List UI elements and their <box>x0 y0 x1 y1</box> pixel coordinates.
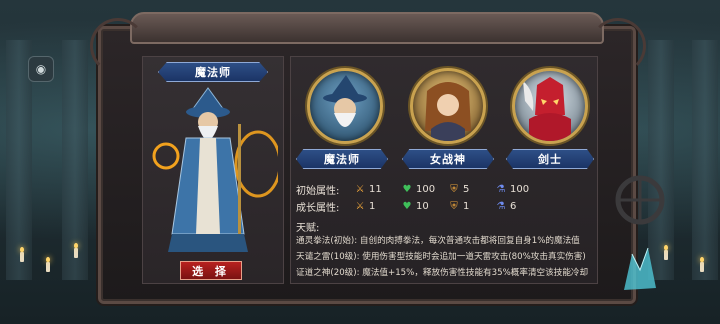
growth-stats-label: 成长属性: <box>296 202 340 214</box>
sword-icon: ⚔ <box>355 200 365 212</box>
growth-defense: 1 <box>463 200 470 212</box>
initial-mana: 100 <box>510 183 530 195</box>
ornament-vine <box>90 18 146 74</box>
hero-portrait-swordsman[interactable] <box>512 68 588 144</box>
swordsman-portrait-art <box>523 77 571 141</box>
ornament-vine <box>590 18 646 74</box>
talent-line: 天谴之雷(10级): 使用伤害型技能时会追加一道天雷攻击(80%攻击真实伤害) <box>296 252 586 262</box>
camera-button[interactable]: ◉ <box>28 56 54 82</box>
shield-icon: ⛨ <box>450 183 458 195</box>
frame-header-ornament <box>130 12 604 44</box>
growth-mana: 6 <box>510 200 517 212</box>
pillar <box>692 40 718 280</box>
initial-stats-label: 初始属性: <box>296 185 340 197</box>
valkyrie-portrait-art <box>425 82 471 141</box>
initial-stats-row: 初始属性: ⚔ 11 ♥ 100 ⛨ 5 ⚗ 100 <box>296 182 542 197</box>
hero-portrait-mage[interactable] <box>307 68 383 144</box>
heart-icon: ♥ <box>402 183 412 195</box>
mage-full-art <box>152 87 278 252</box>
selected-hero-name: 魔法师 <box>158 62 268 82</box>
hero-portrait-valkyrie[interactable] <box>410 68 486 144</box>
mage-portrait-art <box>323 75 367 127</box>
heart-icon: ♥ <box>402 200 412 212</box>
hero-name-swordsman[interactable]: 剑士 <box>506 149 594 169</box>
growth-hp: 10 <box>416 200 429 212</box>
growth-attack: 1 <box>369 200 376 212</box>
talent-line: 证道之神(20级): 魔法值+15%，释放伤害性技能有35%概率清空该技能冷却 <box>296 268 589 278</box>
candle <box>20 247 24 262</box>
initial-attack: 11 <box>369 183 382 195</box>
shield-icon: ⛨ <box>450 200 458 212</box>
potion-icon: ⚗ <box>496 200 506 212</box>
hero-name-mage[interactable]: 魔法师 <box>296 149 388 169</box>
talent-title: 天赋: <box>296 223 320 234</box>
sword-icon: ⚔ <box>355 183 365 195</box>
potion-icon: ⚗ <box>496 183 506 195</box>
hero-name-valkyrie[interactable]: 女战神 <box>402 149 494 169</box>
growth-stats-row: 成长属性: ⚔ 1 ♥ 10 ⛨ 1 ⚗ 6 <box>296 199 542 214</box>
ornament-wheel-crystal <box>615 175 665 290</box>
talent-line: 通灵拳法(初始): 自创的肉搏拳法，每次普通攻击都将回复自身1%的魔法值 <box>296 236 580 246</box>
initial-defense: 5 <box>463 183 470 195</box>
candle <box>46 257 50 272</box>
camera-icon: ◉ <box>35 62 47 76</box>
candle <box>700 257 704 272</box>
select-button[interactable]: 选 择 <box>180 261 242 280</box>
initial-hp: 100 <box>416 183 436 195</box>
candle <box>74 243 78 258</box>
